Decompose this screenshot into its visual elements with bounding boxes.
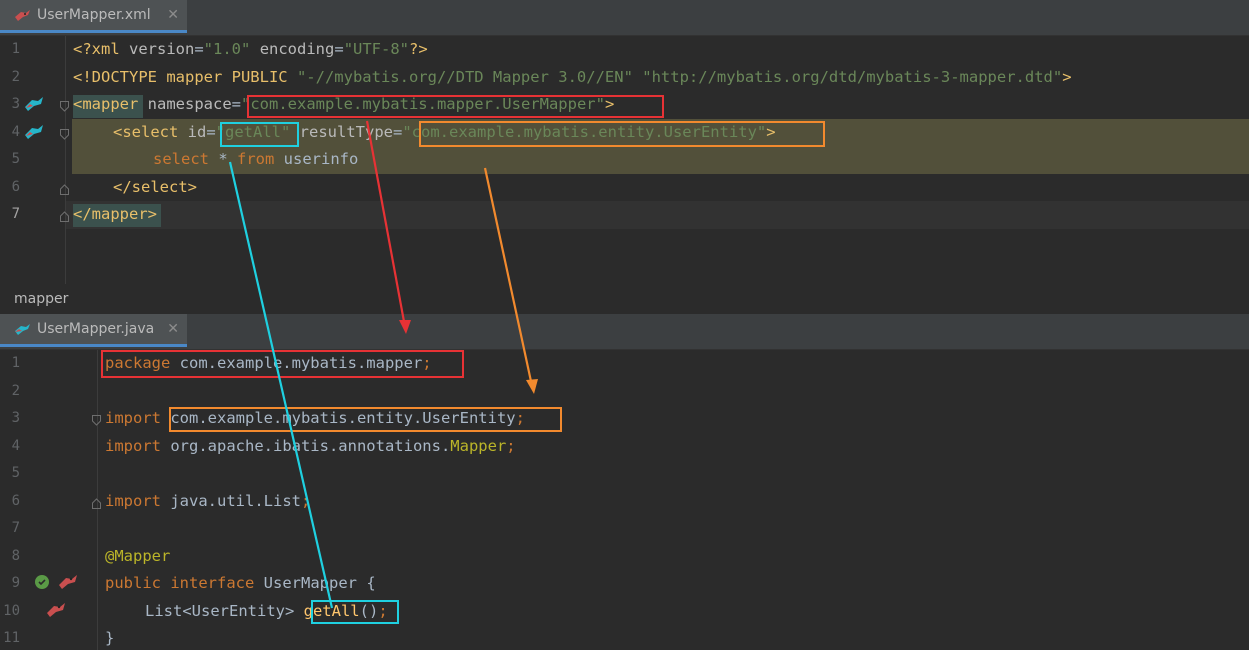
close-icon[interactable]: ✕ — [167, 7, 179, 23]
line-number: 4 — [11, 124, 20, 140]
mybatis-bird-icon — [15, 323, 30, 335]
xml-tab-bar: UserMapper.xml ✕ — [0, 0, 1249, 36]
line-number: 7 — [11, 206, 20, 222]
line-number: 5 — [11, 151, 20, 167]
mybatis-bird-icon[interactable] — [58, 574, 78, 590]
mybatis-bird-icon — [15, 9, 30, 21]
mybatis-bird-icon[interactable] — [24, 124, 44, 140]
fold-marker-icon[interactable] — [60, 211, 69, 222]
tab-label: UserMapper.java — [37, 321, 155, 337]
close-icon[interactable]: ✕ — [167, 321, 179, 337]
fold-marker-icon[interactable] — [60, 101, 69, 112]
package-annotation-box — [101, 350, 464, 378]
line-number: 1 — [11, 41, 20, 57]
line-number: 8 — [11, 548, 20, 564]
code-line: import org.apache.ibatis.annotations.Map… — [105, 437, 516, 455]
implemented-interface-icon[interactable] — [34, 574, 50, 590]
line-number: 2 — [11, 69, 20, 85]
line-number: 3 — [11, 410, 20, 426]
line-number: 6 — [11, 179, 20, 195]
code-line: } — [105, 629, 115, 647]
code-line: public interface UserMapper { — [105, 574, 376, 592]
line-number: 3 — [11, 96, 20, 112]
fold-marker-icon[interactable] — [92, 498, 101, 509]
line-number: 1 — [11, 355, 20, 371]
line-number: 6 — [11, 493, 20, 509]
line-number: 11 — [3, 630, 20, 646]
java-tab-bar: UserMapper.java ✕ — [0, 314, 1249, 350]
resulttype-annotation-box — [419, 121, 825, 147]
id-annotation-box — [220, 122, 299, 147]
code-line: <?xml version="1.0" encoding="UTF-8"?> — [73, 40, 428, 58]
import-annotation-box — [169, 407, 562, 432]
line-number: 10 — [3, 603, 20, 619]
mybatis-bird-icon[interactable] — [46, 602, 66, 618]
line-number: 7 — [11, 520, 20, 536]
code-line: @Mapper — [105, 547, 171, 565]
code-line: import java.util.List; — [105, 492, 311, 510]
code-line: select * from userinfo — [153, 150, 359, 168]
code-line: </mapper> — [73, 205, 157, 223]
line-number: 9 — [11, 575, 20, 591]
code-line: </select> — [113, 178, 197, 196]
line-number: 5 — [11, 465, 20, 481]
fold-marker-icon[interactable] — [92, 415, 101, 426]
line-number: 2 — [11, 383, 20, 399]
breadcrumb[interactable]: mapper — [0, 284, 1249, 314]
java-editor-pane: UserMapper.java ✕ 1 2 3 4 5 6 7 8 9 10 1… — [0, 314, 1249, 650]
tab-label: UserMapper.xml — [37, 7, 151, 23]
code-line: <!DOCTYPE mapper PUBLIC "-//mybatis.org/… — [73, 68, 1072, 86]
method-annotation-box — [311, 600, 399, 624]
fold-marker-icon[interactable] — [60, 184, 69, 195]
java-editor[interactable]: 1 2 3 4 5 6 7 8 9 10 11 package com.exam… — [0, 350, 1249, 650]
namespace-annotation-box — [247, 95, 664, 118]
tab-usermapper-java[interactable]: UserMapper.java ✕ — [0, 314, 187, 347]
mybatis-bird-icon[interactable] — [24, 96, 44, 112]
line-number: 4 — [11, 438, 20, 454]
fold-marker-icon[interactable] — [60, 129, 69, 140]
tab-usermapper-xml[interactable]: UserMapper.xml ✕ — [0, 0, 187, 33]
current-line-highlight — [66, 201, 1249, 229]
xml-editor[interactable]: 1 2 3 4 5 6 7 <?xml version="1.0" encodi… — [0, 36, 1249, 284]
xml-editor-pane: UserMapper.xml ✕ 1 2 3 4 5 6 7 <?xml ver… — [0, 0, 1249, 284]
